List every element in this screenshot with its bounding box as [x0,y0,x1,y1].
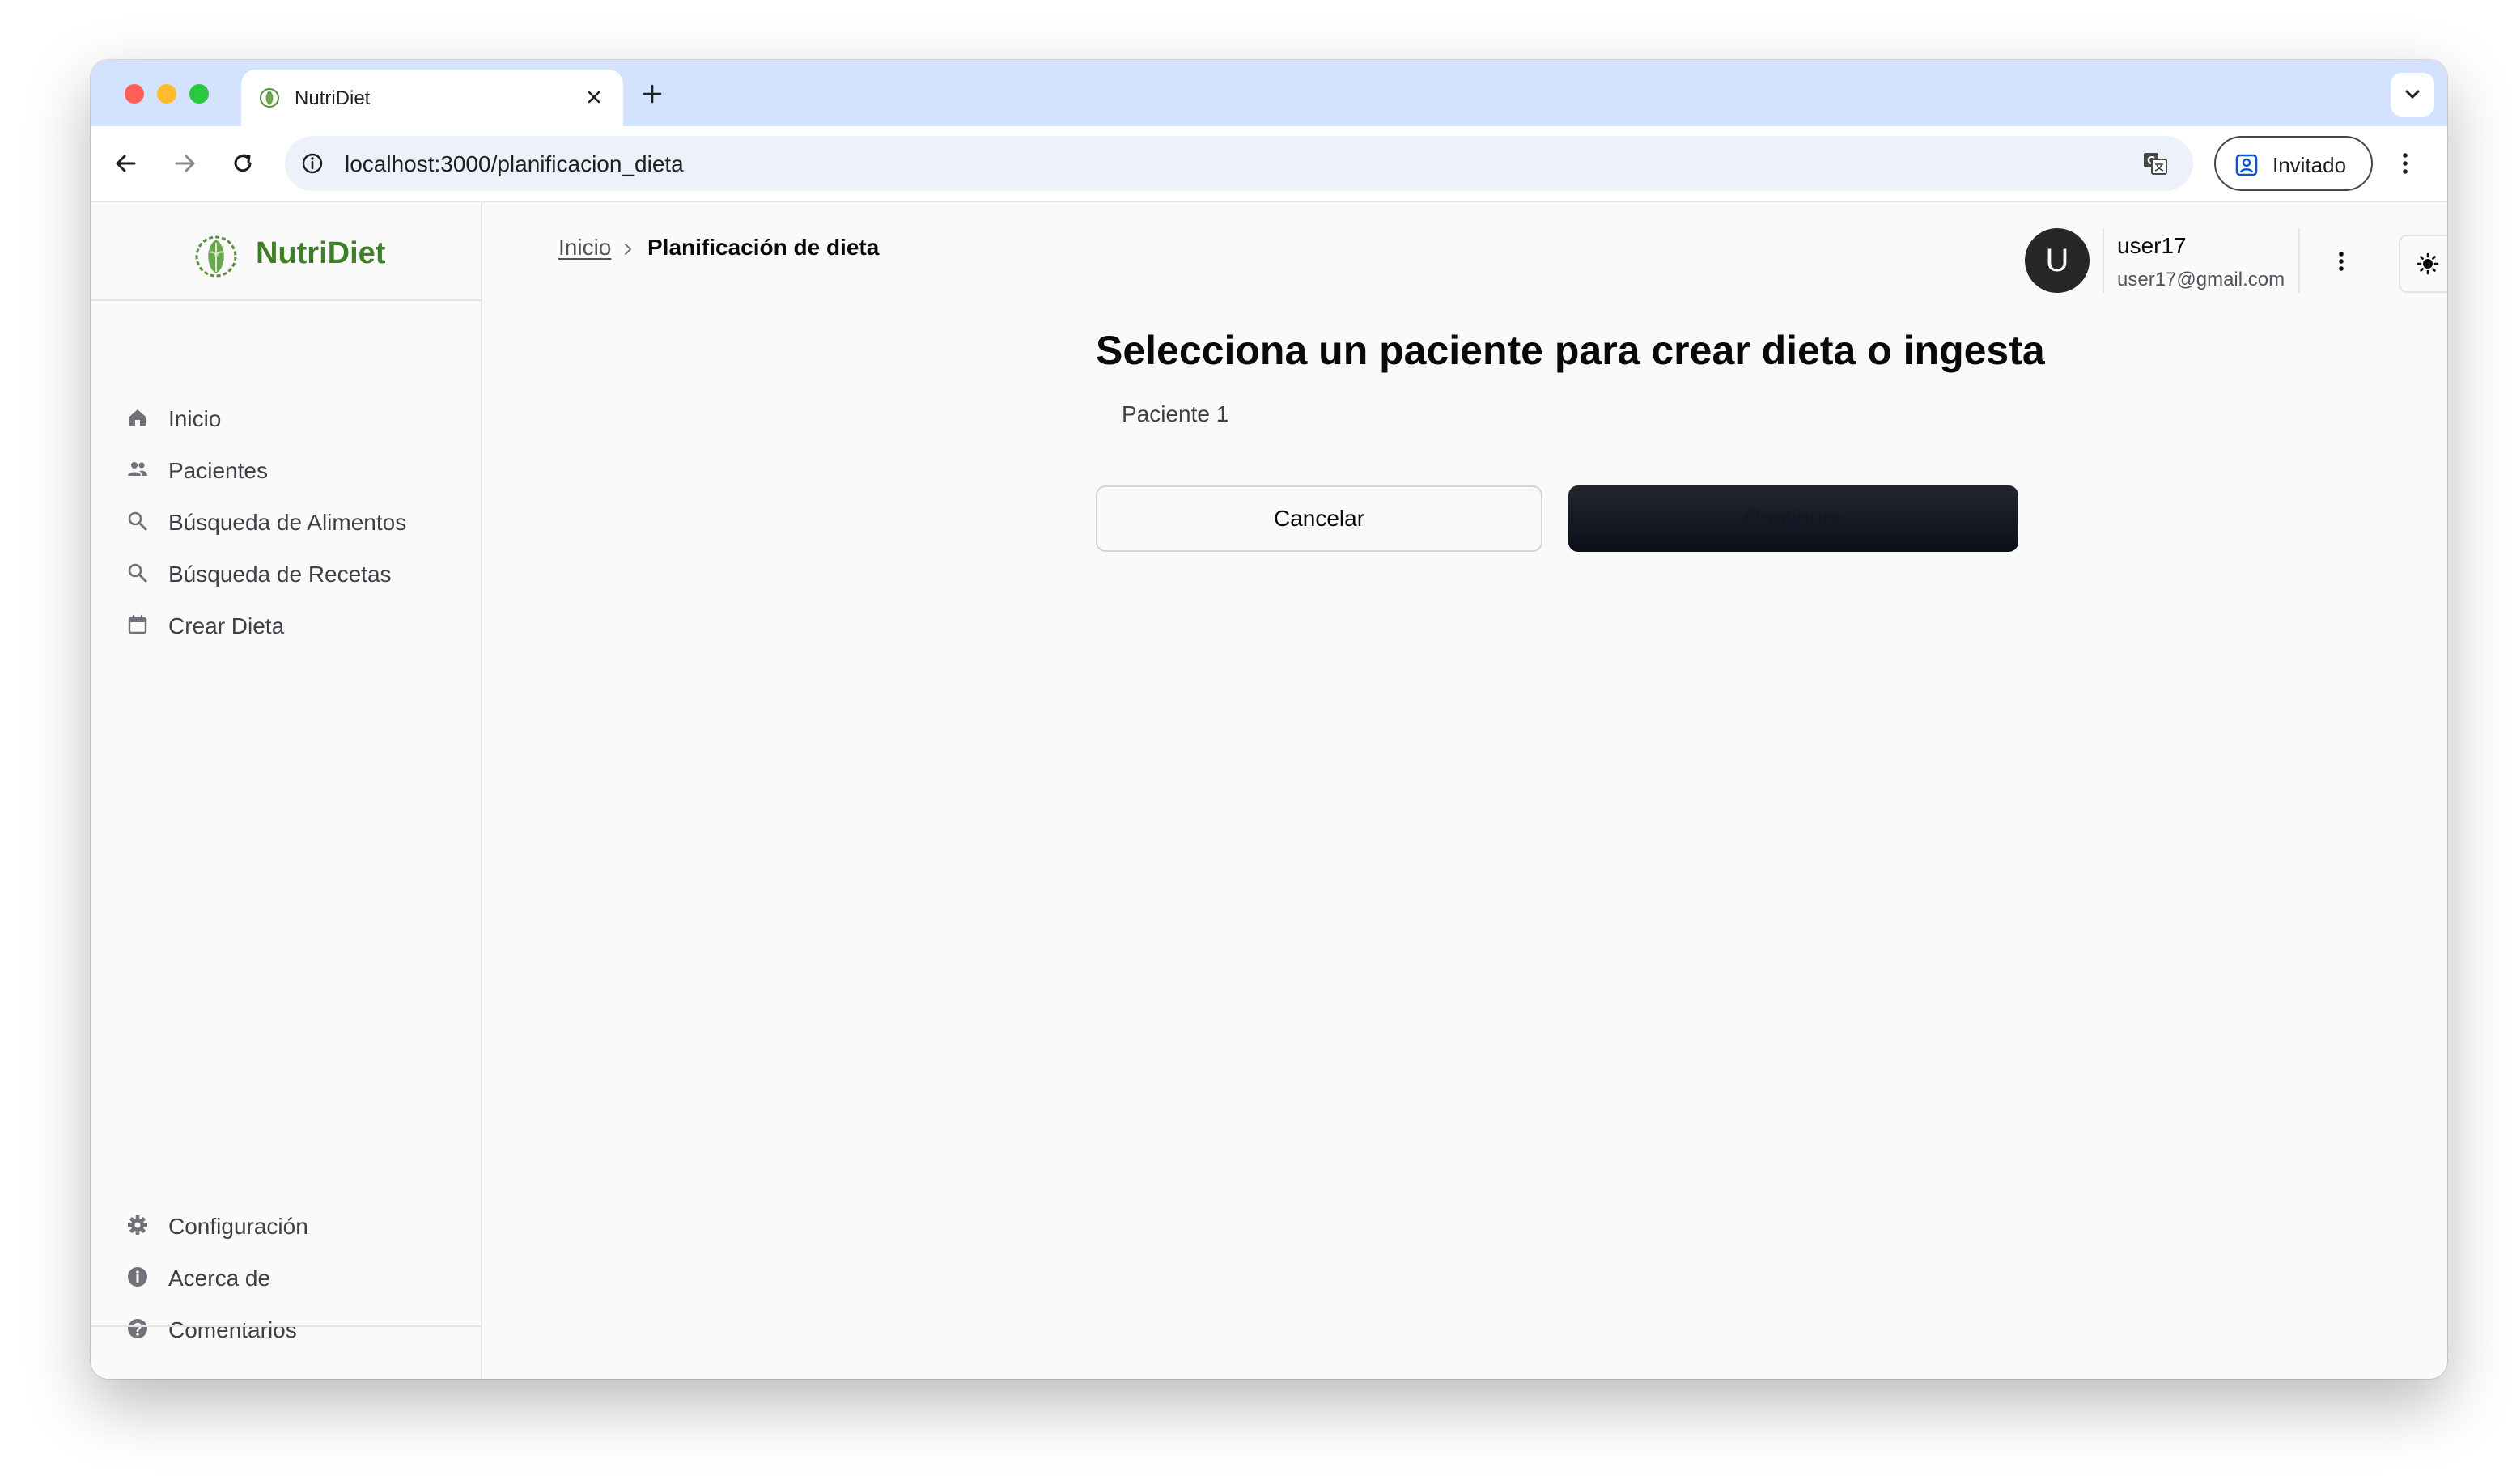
brand-name: NutriDiet [256,236,386,270]
sidebar: NutriDiet Inicio Pacientes Búsqueda de A… [91,202,482,1379]
close-window-button[interactable] [125,84,144,104]
user-name: user17 [2117,233,2187,258]
cancel-button[interactable]: Cancelar [1096,485,1542,552]
people-icon [128,462,147,476]
browser-toolbar: localhost:3000/planificacion_dieta G Inv… [91,126,2447,202]
breadcrumb-home-link[interactable]: Inicio [558,235,611,261]
sidebar-item-label: Pacientes [168,458,268,483]
search-icon [128,563,147,583]
nutridiet-logo-icon [195,235,237,278]
browser-window: NutriDiet localhost:3000/planificacion_d… [91,60,2447,1379]
sidebar-item-acerca-de[interactable]: Acerca de [126,1254,450,1300]
divider [2103,228,2104,293]
breadcrumb-current: Planificación de dieta [647,235,880,260]
sun-icon [2417,252,2439,275]
search-icon [128,511,147,531]
nutridiet-favicon-icon [260,88,279,108]
browser-tab[interactable]: NutriDiet [241,70,623,126]
calendar-icon [128,614,147,634]
sidebar-item-label: Configuración [168,1214,308,1239]
close-tab-icon[interactable] [579,83,609,112]
chevron-down-icon [2405,90,2420,99]
sidebar-item-label: Comentarios [168,1317,297,1342]
gear-icon [128,1215,147,1235]
forward-arrow-icon[interactable] [167,146,202,181]
sidebar-item-label: Búsqueda de Alimentos [168,510,407,535]
page-title: Selecciona un paciente para crear dieta … [1096,328,2045,373]
sidebar-divider [91,1325,481,1327]
patient-option-label: Paciente 1 [1122,401,1229,426]
translate-icon[interactable]: G [2140,147,2172,180]
brand[interactable]: NutriDiet [91,202,481,301]
theme-toggle-button[interactable] [2399,235,2447,293]
sidebar-item-busqueda-recetas[interactable]: Búsqueda de Recetas [126,550,450,596]
maximize-window-button[interactable] [189,84,209,104]
minimize-window-button[interactable] [157,84,176,104]
tab-title: NutriDiet [295,87,371,109]
sidebar-item-configuracion[interactable]: Configuración [126,1202,450,1248]
guest-profile-button[interactable]: Invitado [2214,136,2373,191]
profile-icon [2235,154,2258,176]
url-text: localhost:3000/planificacion_dieta [345,151,684,176]
sidebar-item-label: Acerca de [168,1266,271,1291]
address-bar[interactable]: localhost:3000/planificacion_dieta G [285,136,2193,191]
continue-button[interactable]: Continuar [1568,485,2018,552]
home-icon [129,409,146,426]
sidebar-item-label: Búsqueda de Recetas [168,562,392,587]
user-email: user17@gmail.com [2117,269,2285,290]
site-info-icon[interactable] [298,149,327,178]
sidebar-item-comentarios[interactable]: Comentarios [126,1306,450,1351]
divider [2298,228,2300,293]
main-content: Inicio Planificación de dieta U user17 u… [484,202,2447,1379]
patient-option[interactable]: Paciente 1 [1097,384,2017,442]
tab-strip: NutriDiet [91,60,2447,126]
sidebar-item-inicio[interactable]: Inicio [126,395,450,440]
sidebar-item-label: Crear Dieta [168,613,285,638]
sidebar-item-crear-dieta[interactable]: Crear Dieta [126,602,450,647]
back-arrow-icon[interactable] [108,146,144,181]
sidebar-item-pacientes[interactable]: Pacientes [126,447,450,492]
guest-label: Invitado [2272,153,2347,177]
chevron-right-icon [625,244,631,255]
new-tab-icon[interactable] [638,79,667,108]
browser-menu-icon[interactable] [2387,146,2423,181]
app-root: NutriDiet Inicio Pacientes Búsqueda de A… [91,202,2447,1379]
avatar[interactable]: U [2025,228,2090,293]
tab-search-button[interactable] [2391,73,2434,117]
reload-icon[interactable] [225,146,261,181]
info-icon [128,1267,147,1287]
help-icon [128,1319,147,1338]
sidebar-item-label: Inicio [168,406,222,431]
sidebar-item-busqueda-alimentos[interactable]: Búsqueda de Alimentos [126,498,450,544]
more-vertical-icon [2339,252,2344,271]
user-menu-button[interactable] [2315,235,2368,288]
